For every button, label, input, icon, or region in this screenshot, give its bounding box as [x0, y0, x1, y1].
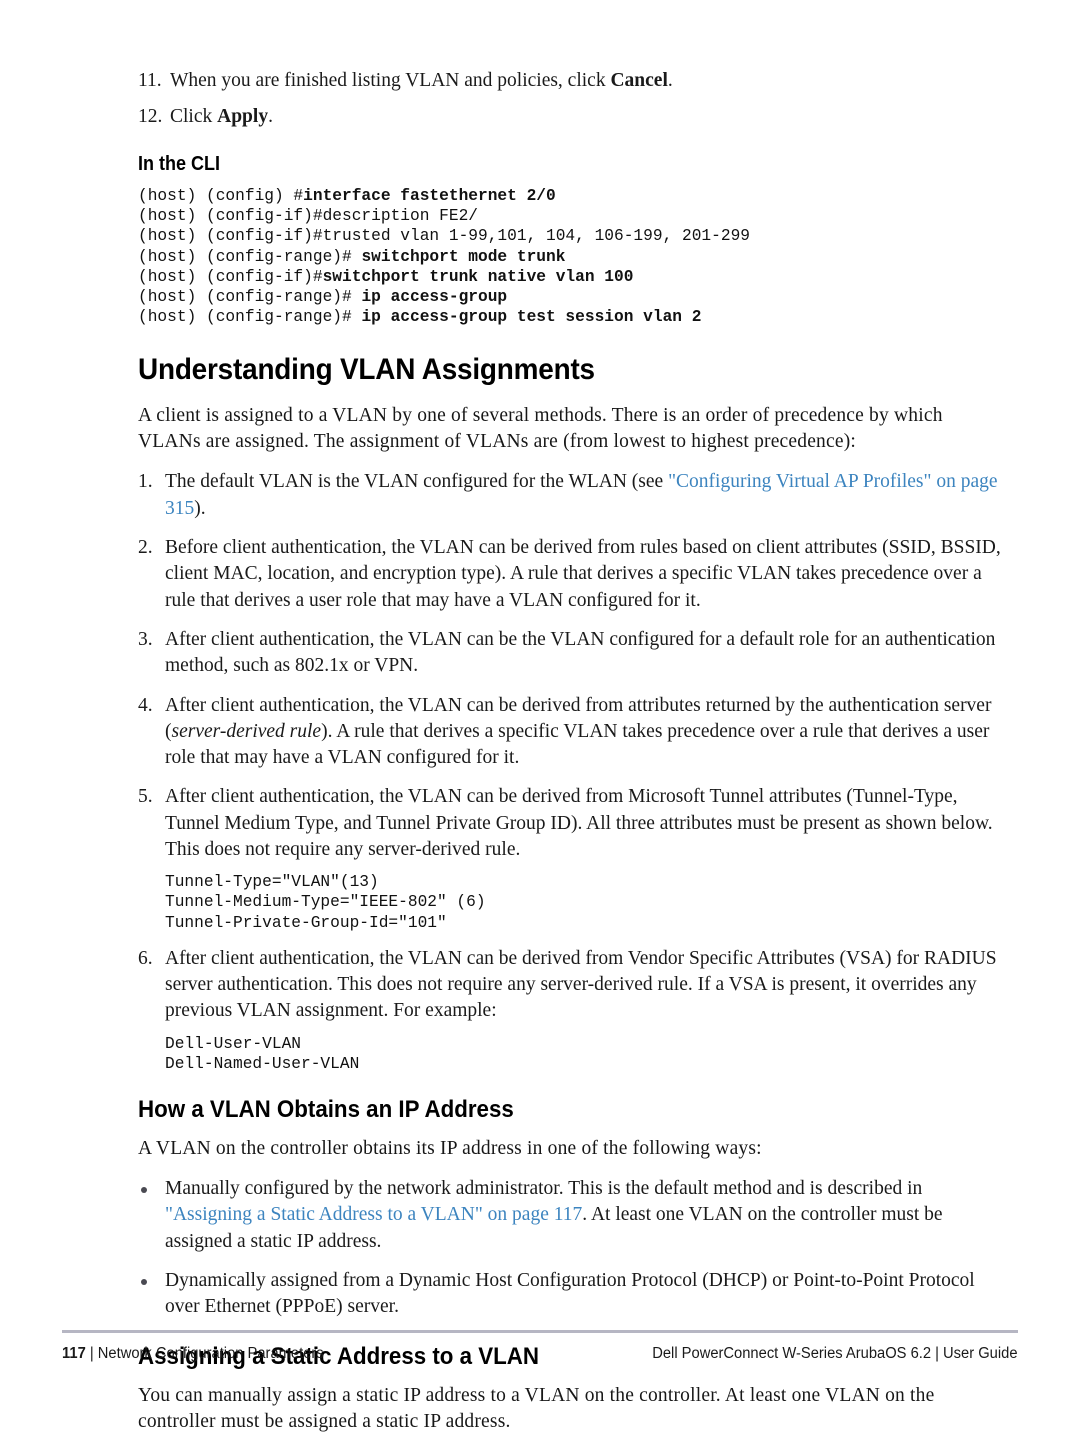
list-item-number: 6.: [138, 947, 153, 969]
ip-address-method-list: Manually configured by the network admin…: [138, 1176, 1004, 1320]
page-footer: 117 | Network Configuration Parameters D…: [62, 1344, 1018, 1364]
bullet-dot-icon: [138, 1268, 165, 1321]
cli-prompt: (host) (config-if)#: [138, 267, 323, 286]
text-run: After client authentication, the VLAN ca…: [165, 628, 996, 677]
text-run: Click: [170, 106, 218, 127]
cross-reference-link[interactable]: "Assigning a Static Address to a VLAN" o…: [165, 1204, 582, 1225]
cli-command: switchport mode trunk: [361, 247, 566, 266]
list-item-number: 2.: [138, 537, 153, 559]
list-item: Dynamically assigned from a Dynamic Host…: [138, 1268, 1004, 1321]
cli-prompt: (host) (config-range)#: [138, 288, 362, 307]
procedure-step-list: 11. When you are finished listing VLAN an…: [138, 68, 1004, 130]
footer-right: Dell PowerConnect W-Series ArubaOS 6.2 |…: [653, 1344, 1018, 1364]
cli-command: switchport trunk native vlan 100: [322, 267, 634, 286]
section2-intro-paragraph: A VLAN on the controller obtains its IP …: [138, 1138, 762, 1160]
ui-control-name: Cancel: [610, 70, 668, 91]
text-run: Dynamically assigned from a Dynamic Host…: [165, 1270, 975, 1318]
list-item-text: After client authentication, the VLAN ca…: [165, 693, 1004, 772]
text-run: The default VLAN is the VLAN configured …: [165, 471, 669, 493]
cli-code-block: (host) (config) #interface fastethernet …: [138, 186, 1004, 327]
cli-prompt: (host) (config-if)#: [138, 227, 323, 246]
section1-intro-paragraph: A client is assigned to a VLAN by one of…: [138, 405, 943, 453]
list-item-text: Before client authentication, the VLAN c…: [165, 535, 1004, 614]
footer-divider: [62, 1330, 1018, 1333]
list-item-number: 1.: [138, 471, 153, 493]
text-run: Before client authentication, the VLAN c…: [165, 537, 1001, 611]
cli-prompt: (host) (config-range)#: [138, 308, 362, 327]
inline-code-block: Dell-User-VLAN Dell-Named-User-VLAN: [165, 1034, 360, 1073]
list-item: 6. After client authentication, the VLAN …: [138, 946, 1004, 1074]
cli-lines: (host) (config) #interface fastethernet …: [138, 186, 1004, 327]
emphasis-text: server-derived rule: [171, 720, 322, 742]
cli-command: interface fastethernet 2/0: [303, 187, 556, 205]
text-run: Manually configured by the network admin…: [165, 1178, 923, 1200]
text-run: .: [268, 106, 273, 127]
text-run: After client authentication, the VLAN ca…: [165, 786, 993, 860]
list-item: 2. Before client authentication, the VLAN…: [138, 535, 1004, 614]
list-item-text: After client authentication, the VLAN ca…: [165, 946, 1004, 1074]
cli-prompt: (host) (config) #: [138, 187, 304, 205]
footer-left: 117 | Network Configuration Parameters: [62, 1344, 324, 1364]
list-item: 5. After client authentication, the VLAN …: [138, 784, 1004, 933]
section-heading-understanding-vlan-assignments: Understanding VLAN Assignments: [138, 353, 595, 387]
bullet-dot-icon: [138, 1176, 165, 1255]
cli-command: ip access-group: [361, 288, 508, 307]
text-run: After client authentication, the VLAN ca…: [165, 947, 997, 1022]
list-item-number: 4.: [138, 694, 153, 716]
footer-guide-title: Dell PowerConnect W-Series ArubaOS 6.2 |…: [652, 1345, 1018, 1362]
list-item-number: 5.: [138, 786, 153, 808]
footer-page-number: 117: [62, 1345, 86, 1362]
procedure-step: 11. When you are finished listing VLAN an…: [138, 68, 1004, 94]
procedure-step-number: 11.: [138, 70, 162, 91]
footer-chapter-title: Network Configuration Parameters: [97, 1345, 324, 1362]
procedure-step-number: 12.: [138, 106, 163, 127]
procedure-step: 12. Click Apply.: [138, 104, 1004, 130]
list-item: Manually configured by the network admin…: [138, 1176, 1004, 1255]
cli-command: trusted vlan 1-99,101, 104, 106-199, 201…: [322, 227, 750, 246]
list-item: 1. The default VLAN is the VLAN configure…: [138, 469, 1004, 522]
page-content: 11. When you are finished listing VLAN an…: [138, 68, 1004, 1449]
list-item: 3. After client authentication, the VLAN …: [138, 627, 1004, 680]
cli-prompt: (host) (config-if)#: [138, 207, 323, 226]
footer-separator: |: [85, 1345, 98, 1362]
in-the-cli-heading: In the CLI: [138, 153, 220, 175]
cli-command: description FE2/: [322, 207, 479, 226]
text-run: When you are finished listing VLAN and p…: [170, 70, 611, 91]
section3-body-paragraph: You can manually assign a static IP addr…: [138, 1384, 935, 1432]
text-run: ).: [194, 497, 206, 519]
procedure-step-text: Click Apply.: [170, 104, 1004, 130]
cli-command: ip access-group test session vlan 2: [361, 308, 702, 327]
cli-prompt: (host) (config-range)#: [138, 247, 362, 266]
ui-control-name: Apply: [217, 106, 269, 127]
inline-code-block: Tunnel-Type="VLAN"(13) Tunnel-Medium-Typ…: [165, 873, 486, 932]
list-item-text: After client authentication, the VLAN ca…: [165, 784, 1004, 933]
section-heading-how-a-vlan-obtains-an-ip-address: How a VLAN Obtains an IP Address: [138, 1096, 514, 1124]
list-item-text: After client authentication, the VLAN ca…: [165, 627, 1004, 680]
list-item-number: 3.: [138, 628, 153, 650]
list-item-text: The default VLAN is the VLAN configured …: [165, 469, 1004, 522]
list-item-text: Dynamically assigned from a Dynamic Host…: [165, 1268, 1004, 1321]
list-item-text: Manually configured by the network admin…: [165, 1176, 1004, 1255]
vlan-precedence-list: 1. The default VLAN is the VLAN configure…: [138, 469, 1004, 1074]
list-item: 4. After client authentication, the VLAN …: [138, 693, 1004, 772]
procedure-step-text: When you are finished listing VLAN and p…: [170, 68, 1004, 94]
text-run: .: [667, 70, 673, 91]
document-page: 11. When you are finished listing VLAN an…: [0, 0, 1080, 1432]
